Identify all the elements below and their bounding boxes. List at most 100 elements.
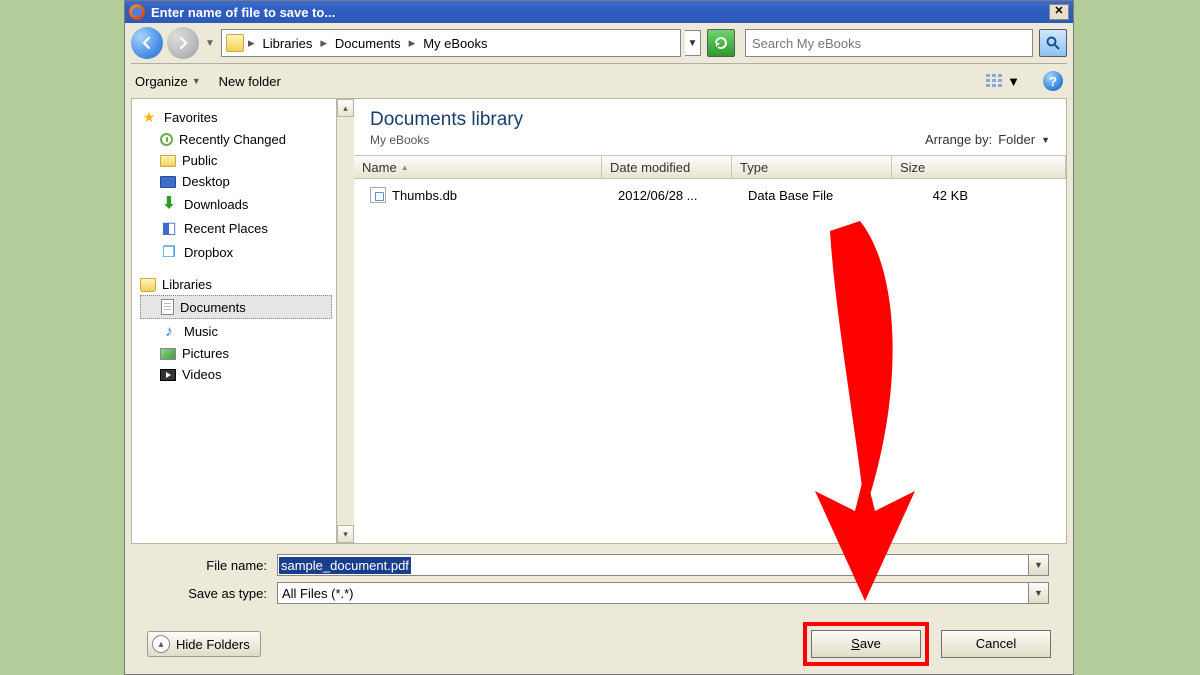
- sidebar-scrollbar[interactable]: ▴ ▾: [336, 99, 354, 543]
- file-date: 2012/06/28 ...: [610, 188, 740, 203]
- address-breadcrumb[interactable]: ▸ Libraries ▸ Documents ▸ My eBooks: [221, 29, 681, 57]
- db-file-icon: [370, 187, 386, 203]
- videos-icon: [160, 369, 176, 381]
- savetype-label: Save as type:: [147, 586, 277, 601]
- save-button[interactable]: Save: [811, 630, 921, 658]
- main-area: ★ Favorites Recently Changed Public Desk…: [131, 98, 1067, 544]
- view-grid-icon: [986, 74, 1004, 88]
- filename-value: sample_document.pdf: [279, 557, 411, 574]
- recent-places-icon: ◧: [160, 219, 178, 237]
- save-label-rest: ave: [860, 636, 881, 651]
- sidebar-item-videos[interactable]: Videos: [140, 364, 336, 385]
- scroll-down-button[interactable]: ▾: [337, 525, 354, 543]
- sidebar-item-dropbox[interactable]: ❒ Dropbox: [140, 240, 336, 264]
- file-type: Data Base File: [740, 188, 900, 203]
- breadcrumb-separator: ▸: [246, 35, 257, 51]
- chevron-down-icon: ▼: [1007, 74, 1020, 89]
- filename-input[interactable]: sample_document.pdf: [277, 554, 1029, 576]
- file-size: 42 KB: [900, 188, 1058, 203]
- forward-button[interactable]: [167, 27, 199, 59]
- save-file-dialog: Enter name of file to save to... ✕ ▼ ▸ L…: [124, 0, 1074, 675]
- search-input[interactable]: Search My eBooks: [745, 29, 1033, 57]
- annotation-highlight: Save: [803, 622, 929, 666]
- sidebar-item-pictures[interactable]: Pictures: [140, 343, 336, 364]
- hide-folders-label: Hide Folders: [176, 637, 250, 652]
- file-name: Thumbs.db: [392, 188, 457, 203]
- document-icon: [161, 299, 174, 315]
- cancel-label: Cancel: [976, 636, 1016, 651]
- favorites-header[interactable]: ★ Favorites: [140, 105, 336, 129]
- sidebar-item-recently-changed[interactable]: Recently Changed: [140, 129, 336, 150]
- sidebar-item-downloads[interactable]: ⬇ Downloads: [140, 192, 336, 216]
- navigation-bar: ▼ ▸ Libraries ▸ Documents ▸ My eBooks ▼ …: [125, 23, 1073, 63]
- cancel-button[interactable]: Cancel: [941, 630, 1051, 658]
- music-icon: ♪: [160, 322, 178, 340]
- sidebar-item-recent-places[interactable]: ◧ Recent Places: [140, 216, 336, 240]
- arrange-by-control[interactable]: Arrange by: Folder ▼: [925, 132, 1050, 147]
- arrange-by-value: Folder: [998, 132, 1035, 147]
- organize-label: Organize: [135, 74, 188, 89]
- pictures-icon: [160, 348, 176, 360]
- sidebar-item-desktop[interactable]: Desktop: [140, 171, 336, 192]
- desktop-icon: [160, 176, 176, 188]
- arrow-right-icon: [176, 36, 190, 50]
- crumb-libraries[interactable]: Libraries: [259, 36, 317, 51]
- file-row[interactable]: Thumbs.db 2012/06/28 ... Data Base File …: [354, 183, 1066, 207]
- scroll-track[interactable]: [337, 117, 354, 525]
- help-button[interactable]: ?: [1043, 71, 1063, 91]
- download-icon: ⬇: [160, 195, 178, 213]
- libraries-icon: [140, 278, 156, 292]
- close-button[interactable]: ✕: [1049, 4, 1069, 20]
- view-options-button[interactable]: ▼: [981, 71, 1025, 92]
- column-headers: Name ▲ Date modified Type Size: [354, 155, 1066, 179]
- crumb-documents[interactable]: Documents: [331, 36, 405, 51]
- save-form: File name: sample_document.pdf ▼ Save as…: [125, 544, 1073, 604]
- star-icon: ★: [140, 108, 158, 126]
- library-title: Documents library: [370, 109, 523, 131]
- new-folder-button[interactable]: New folder: [219, 74, 281, 89]
- savetype-dropdown[interactable]: ▼: [1029, 582, 1049, 604]
- arrow-left-icon: [140, 36, 154, 50]
- sort-asc-icon: ▲: [401, 163, 409, 172]
- folder-icon: [226, 34, 244, 52]
- libraries-header[interactable]: Libraries: [140, 274, 336, 295]
- column-name[interactable]: Name ▲: [354, 156, 602, 178]
- filename-label: File name:: [147, 558, 277, 573]
- chevron-down-icon: ▼: [1041, 135, 1050, 145]
- sidebar-item-documents[interactable]: Documents: [140, 295, 332, 319]
- search-button[interactable]: [1039, 29, 1067, 57]
- column-size[interactable]: Size: [892, 156, 1066, 178]
- titlebar: Enter name of file to save to... ✕: [125, 1, 1073, 23]
- breadcrumb-separator: ▸: [407, 35, 418, 51]
- nav-history-dropdown[interactable]: ▼: [203, 29, 217, 57]
- file-rows: Thumbs.db 2012/06/28 ... Data Base File …: [354, 179, 1066, 543]
- savetype-value: All Files (*.*): [278, 586, 358, 601]
- chevron-down-icon: ▼: [192, 76, 201, 86]
- column-type[interactable]: Type: [732, 156, 892, 178]
- libraries-label: Libraries: [162, 277, 212, 292]
- savetype-combobox[interactable]: All Files (*.*): [277, 582, 1029, 604]
- arrange-by-label: Arrange by:: [925, 132, 992, 147]
- address-dropdown[interactable]: ▼: [685, 30, 701, 56]
- toolbar: Organize ▼ New folder ▼ ?: [125, 64, 1073, 98]
- clock-icon: [160, 133, 173, 146]
- filename-dropdown[interactable]: ▼: [1029, 554, 1049, 576]
- back-button[interactable]: [131, 27, 163, 59]
- dropbox-icon: ❒: [160, 243, 178, 261]
- organize-menu[interactable]: Organize ▼: [135, 74, 201, 89]
- sidebar-item-public[interactable]: Public: [140, 150, 336, 171]
- new-folder-label: New folder: [219, 74, 281, 89]
- breadcrumb-separator: ▸: [318, 35, 329, 51]
- sidebar-item-music[interactable]: ♪ Music: [140, 319, 336, 343]
- crumb-my-ebooks[interactable]: My eBooks: [419, 36, 491, 51]
- window-title: Enter name of file to save to...: [151, 5, 335, 20]
- library-subtitle: My eBooks: [370, 133, 523, 147]
- favorites-label: Favorites: [164, 110, 217, 125]
- column-date-modified[interactable]: Date modified: [602, 156, 732, 178]
- refresh-button[interactable]: [707, 29, 735, 57]
- file-list-pane: Documents library My eBooks Arrange by: …: [354, 99, 1066, 543]
- hide-folders-button[interactable]: ▴ Hide Folders: [147, 631, 261, 657]
- scroll-up-button[interactable]: ▴: [337, 99, 354, 117]
- search-placeholder: Search My eBooks: [752, 36, 861, 51]
- firefox-icon: [129, 4, 145, 20]
